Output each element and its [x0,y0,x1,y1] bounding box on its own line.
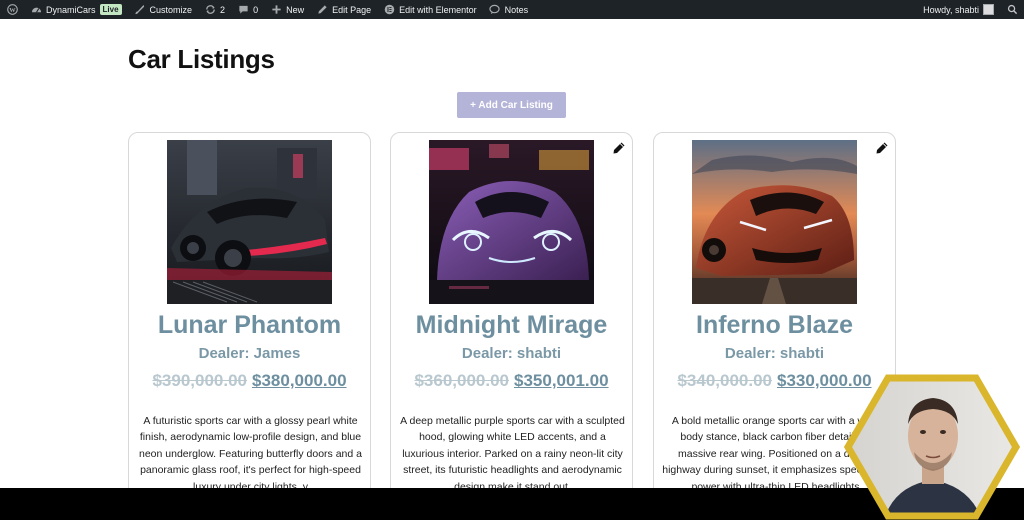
webcam-overlay [844,374,1020,520]
edit-page-link[interactable]: Edit Page [310,0,377,19]
dealer-name: Dealer: shabti [724,345,825,362]
user-account-menu[interactable]: Howdy, shabti [917,0,1000,19]
original-price: $360,000.00 [414,371,509,390]
avatar [983,4,994,15]
pencil-icon [316,4,328,16]
new-label: New [286,4,305,15]
new-content-link[interactable]: New [264,0,310,19]
dealer-name: Dealer: shabti [461,345,562,362]
svg-text:W: W [9,7,16,14]
updates-icon [204,4,216,16]
admin-bar: W DynamiCars Live Customize 2 0 New Edit… [0,0,1024,19]
car-name: Inferno Blaze [696,311,853,339]
pencil-icon[interactable] [612,141,626,155]
updates-count: 2 [220,4,226,15]
car-description: A futuristic sports car with a glossy pe… [139,415,362,493]
notes-link[interactable]: Notes [483,0,535,19]
site-name: DynamiCars [46,4,96,15]
customize-link[interactable]: Customize [128,0,199,19]
car-image [167,140,332,304]
howdy-label: Howdy, shabti [923,4,979,15]
plus-icon [270,4,282,16]
dealer-name: Dealer: James [198,345,301,362]
notes-label: Notes [504,4,529,15]
car-image [692,140,857,304]
brush-icon [134,4,146,16]
price-block: $390,000.00 $380,000.00 [129,371,370,391]
car-description: A deep metallic purple sports car with a… [400,415,625,493]
customize-label: Customize [149,4,193,15]
elementor-icon [383,4,395,16]
search-icon [1006,4,1018,16]
car-image [429,140,594,304]
updates-link[interactable]: 2 [198,0,231,19]
sale-price: $350,001.00 [514,371,609,390]
speech-bubble-icon [489,4,501,16]
car-name: Midnight Mirage [415,311,608,339]
edit-page-label: Edit Page [332,4,372,15]
car-card: Midnight Mirage Dealer: shabti $360,000.… [390,132,633,502]
comments-link[interactable]: 0 [231,0,264,19]
car-name: Lunar Phantom [157,311,342,339]
edit-elementor-link[interactable]: Edit with Elementor [377,0,483,19]
original-price: $390,000.00 [152,371,247,390]
pencil-icon[interactable] [875,141,889,155]
wordpress-icon: W [6,4,18,16]
original-price: $340,000.00 [677,371,772,390]
car-card: Lunar Phantom Dealer: James $390,000.00 $… [128,132,371,502]
edit-elementor-label: Edit with Elementor [399,4,477,15]
site-name-link[interactable]: DynamiCars Live [24,0,128,19]
add-car-listing-button[interactable]: + Add Car Listing [457,92,566,118]
sale-price: $380,000.00 [252,371,347,390]
comment-icon [237,4,249,16]
dashboard-icon [30,4,42,16]
price-block: $360,000.00 $350,001.00 [391,371,632,391]
live-badge: Live [99,4,122,15]
comments-count: 0 [253,4,259,15]
admin-search-button[interactable] [1000,0,1024,19]
page-title: Car Listings [128,44,275,74]
wordpress-logo-button[interactable]: W [0,0,24,19]
